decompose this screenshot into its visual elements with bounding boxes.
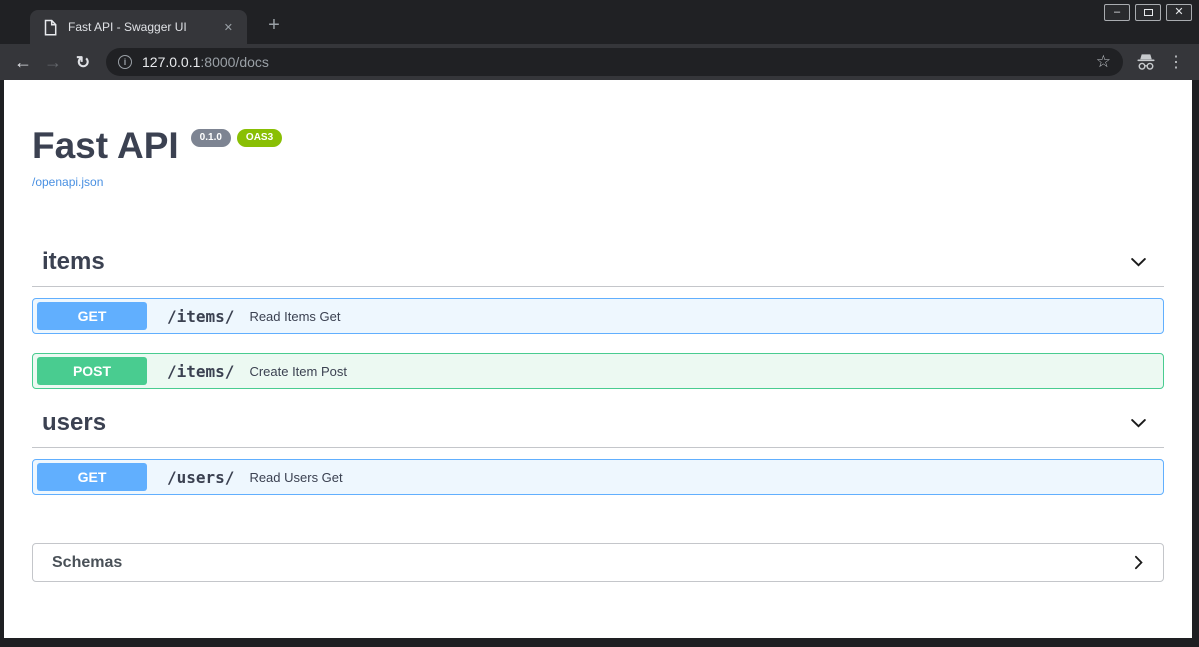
operation-path: /items/ [167,306,235,326]
minimize-button[interactable]: – [1104,4,1130,21]
bookmark-icon[interactable]: ☆ [1096,52,1111,72]
operation-get-users[interactable]: GET /users/ Read Users Get [32,459,1164,495]
browser-window: – ✕ Fast API - Swagger UI ✕ + ← → ↻ i 12… [0,0,1199,647]
chevron-down-icon[interactable] [1127,412,1150,435]
chevron-right-icon[interactable] [1128,552,1149,573]
operation-path: /users/ [167,467,235,487]
url-host: 127.0.0.1 [142,54,201,70]
operation-summary: Read Items Get [249,308,341,324]
api-title: Fast API [32,125,179,166]
operation-summary: Create Item Post [249,363,347,379]
site-info-icon[interactable]: i [118,55,132,69]
operation-get-items[interactable]: GET /items/ Read Items Get [32,298,1164,334]
url-text[interactable]: 127.0.0.1:8000/docs [142,54,1096,70]
operation-path: /items/ [167,361,235,381]
section-users-header[interactable]: users [32,409,1164,448]
schemas-label: Schemas [52,553,123,571]
section-title: users [42,409,107,436]
maximize-button[interactable] [1135,4,1161,21]
browser-tab[interactable]: Fast API - Swagger UI ✕ [30,10,247,44]
oas3-badge: OAS3 [236,129,283,147]
operation-post-items[interactable]: POST /items/ Create Item Post [32,353,1164,389]
api-info: Fast API 0.1.0 OAS3 /openapi.json [32,80,1164,191]
version-badge: 0.1.0 [190,129,231,147]
address-bar[interactable]: i 127.0.0.1:8000/docs ☆ [106,48,1123,76]
page-favicon-icon [43,19,58,36]
minimize-icon: – [1113,6,1121,18]
section-users: users GET /users/ Read Users Get [32,409,1164,495]
operation-summary: Read Users Get [249,469,343,485]
method-badge: POST [37,357,147,385]
menu-icon[interactable]: ⋮ [1161,52,1191,72]
schemas-section[interactable]: Schemas [32,543,1164,582]
section-items-header[interactable]: items [32,248,1164,287]
window-controls: – ✕ [1104,4,1192,21]
back-icon[interactable]: ← [8,53,38,71]
incognito-icon [1131,53,1161,71]
close-icon: ✕ [1174,6,1184,18]
openapi-spec-link[interactable]: /openapi.json [32,175,103,189]
api-badges: 0.1.0 OAS3 [190,129,283,147]
method-badge: GET [37,302,147,330]
url-path: :8000/docs [200,54,269,70]
method-badge: GET [37,463,147,491]
section-items: items GET /items/ Read Items Get POST /i… [32,248,1164,389]
maximize-icon [1143,9,1153,16]
section-title: items [42,248,105,275]
tab-close-icon[interactable]: ✕ [220,19,237,36]
page-content: Fast API 0.1.0 OAS3 /openapi.json items [4,80,1192,638]
forward-icon[interactable]: → [38,53,68,71]
api-title-row: Fast API 0.1.0 OAS3 [32,127,1164,164]
new-tab-button[interactable]: + [260,12,288,40]
tab-title: Fast API - Swagger UI [68,20,187,34]
reload-icon[interactable]: ↻ [68,54,98,71]
close-window-button[interactable]: ✕ [1166,4,1192,21]
browser-toolbar: ← → ↻ i 127.0.0.1:8000/docs ☆ ⋮ [0,44,1199,80]
chevron-down-icon[interactable] [1127,251,1150,274]
titlebar: – ✕ Fast API - Swagger UI ✕ + [0,0,1199,44]
